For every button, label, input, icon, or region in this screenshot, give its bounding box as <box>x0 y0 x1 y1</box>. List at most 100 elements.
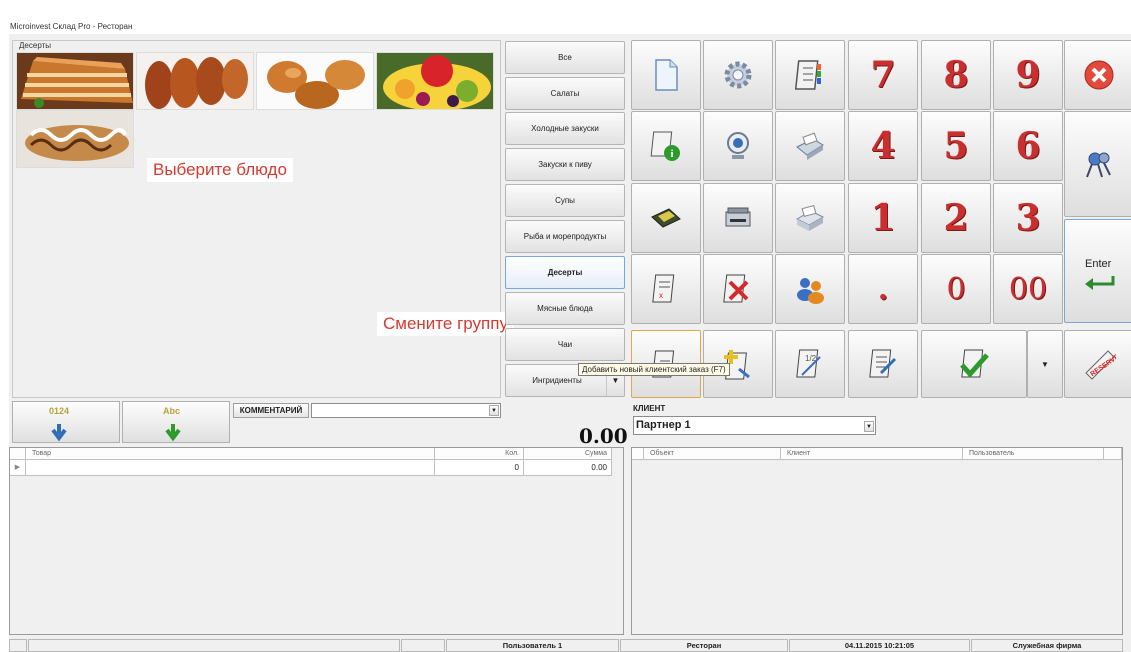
group-button-meat-dishes[interactable]: Мясные блюда <box>505 292 625 325</box>
digit-5-button[interactable]: 5 <box>921 111 991 181</box>
column-header-sum[interactable]: Сумма <box>524 448 612 460</box>
split-bill-button[interactable]: 1/2 <box>775 330 845 398</box>
close-button[interactable] <box>1064 40 1131 110</box>
digit-4-button[interactable]: 4 <box>848 111 918 181</box>
info-document-button[interactable]: i <box>631 111 701 181</box>
row-indicator-icon: ▶ <box>10 460 26 476</box>
dish-group-label: Десерты <box>19 41 52 50</box>
info-document-icon: i <box>650 131 680 161</box>
column-header-extra <box>1104 448 1122 460</box>
receipt-button[interactable]: x <box>631 254 701 324</box>
column-header-object[interactable]: Объект <box>644 448 781 460</box>
users-icon <box>797 278 824 304</box>
document-icon <box>655 59 678 91</box>
confirm-button[interactable] <box>921 330 1027 398</box>
client-select[interactable]: Партнер 1 ▼ <box>633 416 876 435</box>
webcam-button[interactable] <box>703 111 773 181</box>
edit-document-icon <box>869 349 897 378</box>
order-items-table[interactable]: Товар Кол. Сумма ▶ 0 0.00 <box>9 447 624 635</box>
group-button-salads[interactable]: Салаты <box>505 77 625 110</box>
table-row-qty[interactable]: 0 <box>435 460 524 476</box>
group-button-teas[interactable]: Чаи <box>505 328 625 361</box>
digit-3-button[interactable]: 3 <box>993 183 1063 253</box>
svg-text:i: i <box>670 148 673 160</box>
comment-button[interactable]: КОММЕНТАРИЙ <box>233 403 309 418</box>
client-orders-table[interactable]: Объект Клиент Пользователь <box>631 447 1123 635</box>
scanner-button[interactable] <box>703 183 773 253</box>
title-bar: Microinvest Склад Pro - Ресторан <box>0 0 1131 34</box>
card-reader-icon <box>651 208 681 228</box>
select-dish-hint: Выберите блюдо <box>147 158 293 182</box>
printer-icon <box>796 132 824 160</box>
digit-2-button[interactable]: 2 <box>921 183 991 253</box>
window-title: Microinvest Склад Pro - Ресторан <box>10 22 133 31</box>
column-header-item[interactable]: Товар <box>26 448 435 460</box>
tooltip: Добавить новый клиентский заказ (F7) <box>578 363 730 376</box>
cancel-document-button[interactable] <box>703 254 773 324</box>
reserved-button[interactable]: RESERVED <box>1064 330 1131 398</box>
order-total: 0.00 <box>579 424 628 448</box>
dish-fruit-salad[interactable] <box>376 52 494 110</box>
digit-00-button[interactable]: 00 <box>993 254 1063 324</box>
group-button-all[interactable]: Все <box>505 41 625 74</box>
digit-6-button[interactable]: 6 <box>993 111 1063 181</box>
comment-field[interactable]: ▼ <box>311 403 501 418</box>
table-row-item[interactable] <box>26 460 435 476</box>
settings-button[interactable] <box>703 40 773 110</box>
enter-button[interactable]: Enter <box>1064 219 1131 323</box>
delete-document-icon <box>723 274 749 303</box>
status-cell-empty <box>28 639 400 652</box>
digit-9-button[interactable]: 9 <box>993 40 1063 110</box>
dish-cream-roll[interactable] <box>16 110 134 168</box>
sort-alphabet-button[interactable]: Abc <box>122 401 230 443</box>
digit-8-button[interactable]: 8 <box>921 40 991 110</box>
status-datetime: 04.11.2015 10:21:05 <box>789 639 970 652</box>
receipt-icon: x <box>652 274 675 303</box>
group-button-soups[interactable]: Супы <box>505 184 625 217</box>
printer-button[interactable] <box>775 183 845 253</box>
status-company: Служебная фирма <box>971 639 1123 652</box>
digit-0-button[interactable]: 0 <box>921 254 991 324</box>
printer-icon <box>795 204 825 231</box>
column-header-client[interactable]: Клиент <box>781 448 963 460</box>
svg-text:x: x <box>659 291 663 300</box>
split-document-icon: 1/2 <box>796 349 821 378</box>
users-button[interactable] <box>775 254 845 324</box>
chevron-down-icon: ▼ <box>1041 359 1049 369</box>
keys-button[interactable] <box>1064 111 1131 217</box>
notebook-button[interactable] <box>775 40 845 110</box>
digit-7-button[interactable]: 7 <box>848 40 918 110</box>
column-header-user[interactable]: Пользователь <box>963 448 1104 460</box>
client-value: Партнер 1 <box>636 419 691 431</box>
confirm-options-dropdown[interactable]: ▼ <box>1027 330 1063 398</box>
close-icon <box>1084 60 1114 90</box>
status-object: Ресторан <box>620 639 788 652</box>
table-row-sum[interactable]: 0.00 <box>524 460 612 476</box>
chevron-down-icon[interactable]: ▼ <box>489 405 499 416</box>
group-button-cold-snacks[interactable]: Холодные закуски <box>505 112 625 145</box>
new-document-button[interactable] <box>631 40 701 110</box>
client-label: КЛИЕНТ <box>633 404 666 413</box>
chevron-down-icon[interactable]: ▼ <box>864 421 874 432</box>
row-header-corner <box>632 448 644 460</box>
decimal-point-button[interactable]: . <box>848 254 918 324</box>
status-cell-empty <box>401 639 445 652</box>
column-header-qty[interactable]: Кол. <box>435 448 524 460</box>
checkmark-icon <box>960 349 989 378</box>
enter-arrow-icon <box>1085 276 1115 290</box>
group-button-desserts[interactable]: Десерты <box>505 256 625 289</box>
dish-pirozhki[interactable] <box>136 52 254 110</box>
dish-buns[interactable] <box>256 52 374 110</box>
group-button-beer-snacks[interactable]: Закуски к пиву <box>505 148 625 181</box>
dish-panel: Десерты Выберите блюдо <box>12 40 501 398</box>
card-reader-button[interactable] <box>631 183 701 253</box>
status-cell-empty <box>9 639 27 652</box>
keys-icon <box>1086 152 1111 178</box>
digit-1-button[interactable]: 1 <box>848 183 918 253</box>
reserved-sign-icon: RESERVED <box>1085 350 1116 380</box>
fax-printer-button[interactable] <box>775 111 845 181</box>
group-button-fish-seafood[interactable]: Рыба и морепродукты <box>505 220 625 253</box>
sort-by-code-button[interactable]: 0124 <box>12 401 120 443</box>
edit-document-button[interactable] <box>848 330 918 398</box>
dish-cake-slice[interactable] <box>16 52 134 110</box>
